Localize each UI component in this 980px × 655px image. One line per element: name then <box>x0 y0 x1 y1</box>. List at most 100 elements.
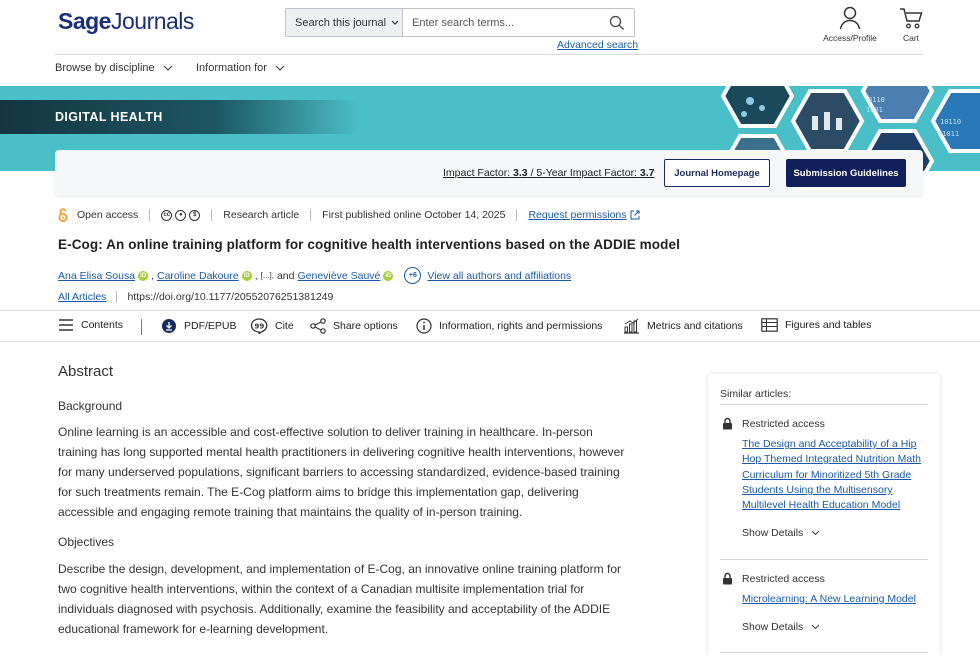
view-all-authors-link[interactable]: View all authors and affiliations <box>427 270 571 282</box>
table-icon <box>761 318 778 332</box>
search-button[interactable] <box>600 9 634 36</box>
cc-icon: cc <box>161 209 173 221</box>
svg-text:10110: 10110 <box>940 118 961 126</box>
advanced-search-link[interactable]: Advanced search <box>557 39 638 51</box>
header-divider <box>55 54 923 55</box>
author-ellipsis[interactable]: [...], <box>261 271 274 280</box>
paragraph-line: Describe the design, development, and im… <box>58 562 621 576</box>
meta-divider <box>211 209 213 221</box>
sage-journals-logo[interactable]: SageJournals <box>58 8 194 35</box>
author-link[interactable]: Ana Elisa Sousa <box>58 270 135 282</box>
pdf-epub-button[interactable]: PDF/EPUB <box>161 318 237 334</box>
nav-label: Information for <box>196 62 267 74</box>
external-link-icon <box>630 210 639 220</box>
cite-label: Cite <box>275 320 294 332</box>
orcid-icon[interactable]: iD <box>138 270 149 281</box>
background-paragraph: Online learning is an accessible and cos… <box>58 422 638 522</box>
contents-label: Contents <box>81 319 124 331</box>
article-meta-row: Open access cc ● $ Research article Firs… <box>58 207 640 223</box>
impact-factor-value: 3.3 <box>513 167 528 179</box>
orcid-icon[interactable]: iD <box>241 270 252 281</box>
doi-row: All Articles https://doi.org/10.1177/205… <box>58 291 333 303</box>
search-icon <box>609 15 624 30</box>
meta-divider <box>116 291 118 303</box>
show-details-label: Show Details <box>742 527 804 539</box>
svg-text:99: 99 <box>255 323 265 331</box>
chevron-down-icon <box>391 20 399 25</box>
restricted-access-label: Restricted access <box>742 572 825 585</box>
submission-guidelines-button[interactable]: Submission Guidelines <box>786 159 906 187</box>
cite-button[interactable]: 99 Cite <box>250 318 294 334</box>
cc-by-icon: ● <box>175 209 187 221</box>
cart-button[interactable]: Cart <box>896 6 926 43</box>
doi-text[interactable]: https://doi.org/10.1177/2055207625138124… <box>127 291 333 303</box>
download-icon <box>162 319 176 333</box>
figures-tables-button[interactable]: Figures and tables <box>761 318 871 332</box>
author-link[interactable]: Geneviève Sauvé <box>298 270 381 282</box>
link-line: Curriculum for Minoritized 5th Grade <box>742 468 912 481</box>
five-year-value: 3.7 <box>639 167 655 179</box>
svg-text:01011: 01011 <box>938 130 959 138</box>
chevron-down-icon <box>811 624 820 630</box>
background-heading: Background <box>58 399 123 413</box>
link-line: Hop Themed Integrated Nutrition Math <box>742 453 921 466</box>
creative-commons-icons[interactable]: cc ● $ <box>161 209 201 221</box>
lock-icon <box>723 417 732 430</box>
share-options-button[interactable]: Share options <box>310 318 398 334</box>
contents-button[interactable]: Contents <box>58 318 123 332</box>
link-line: The Design and Acceptability of a Hip <box>742 438 917 450</box>
information-rights-button[interactable]: Information, rights and permissions <box>416 318 602 334</box>
cc-nc-icon: $ <box>189 209 201 221</box>
more-authors-badge[interactable]: +6 <box>404 267 422 284</box>
journal-name: DIGITAL HEALTH <box>55 110 163 124</box>
paragraph-line: for such treatments remain. The E-Cog pl… <box>58 485 579 499</box>
similar-article-link[interactable]: Microlearning: A New Learning Model <box>742 592 928 607</box>
show-details-button[interactable]: Show Details <box>742 621 820 633</box>
metrics-citations-button[interactable]: Metrics and citations <box>623 318 743 334</box>
search-input[interactable] <box>403 9 600 36</box>
orcid-icon[interactable]: iD <box>383 270 394 281</box>
lock-icon <box>723 572 732 585</box>
toolbar-divider <box>141 319 142 335</box>
access-type: Open access <box>77 209 139 221</box>
access-profile-button[interactable]: Access/Profile <box>822 6 878 43</box>
author-and: and <box>276 269 295 282</box>
request-permissions-link[interactable]: Request permissions <box>528 209 626 221</box>
restricted-access-badge: Restricted access <box>722 417 825 430</box>
nav-information-for[interactable]: Information for <box>196 62 285 74</box>
impact-factor[interactable]: Impact Factor: 3.3 / 5-Year Impact Facto… <box>443 167 655 179</box>
sidebar-divider <box>720 404 928 405</box>
paragraph-line: educational framework for e-learning dev… <box>58 622 329 636</box>
logo-sage: Sage <box>58 8 111 34</box>
restricted-access-label: Restricted access <box>742 417 825 430</box>
paragraph-line: accessible and engaging remote training … <box>58 505 523 519</box>
quote-icon: 99 <box>250 318 268 334</box>
chevron-down-icon <box>811 530 820 536</box>
show-details-button[interactable]: Show Details <box>742 527 820 539</box>
link-line: Students Using the Multisensory <box>742 483 893 496</box>
info-icon <box>416 318 432 334</box>
sidebar-divider <box>720 652 928 653</box>
publication-date: First published online October 14, 2025 <box>322 209 506 221</box>
journal-homepage-button[interactable]: Journal Homepage <box>664 159 770 187</box>
open-access-icon <box>58 208 68 222</box>
cart-icon <box>900 8 923 29</box>
paragraph-line: for many underserved populations, signif… <box>58 465 620 479</box>
share-icon <box>310 318 326 334</box>
meta-divider <box>149 209 151 221</box>
figures-tables-label: Figures and tables <box>785 319 872 331</box>
search-scope-select[interactable]: Search this journal <box>286 9 403 36</box>
objectives-paragraph: Describe the design, development, and im… <box>58 559 638 639</box>
show-details-label: Show Details <box>742 621 804 633</box>
similar-article-link[interactable]: The Design and Acceptability of a Hip Ho… <box>742 437 928 513</box>
bar-chart-icon <box>624 318 639 334</box>
article-type: Research article <box>223 209 300 221</box>
all-articles-link[interactable]: All Articles <box>58 291 106 303</box>
five-year-label: 5-Year Impact Factor: <box>536 167 637 179</box>
author-link[interactable]: Caroline Dakoure <box>157 270 239 282</box>
search-bar: Search this journal <box>285 8 635 37</box>
nav-browse-by-discipline[interactable]: Browse by discipline <box>55 62 173 74</box>
article-toolbar: Contents PDF/EPUB 99 Cite Share options … <box>0 310 980 342</box>
impact-separator: / <box>530 167 534 179</box>
author-comma: , <box>151 269 154 282</box>
